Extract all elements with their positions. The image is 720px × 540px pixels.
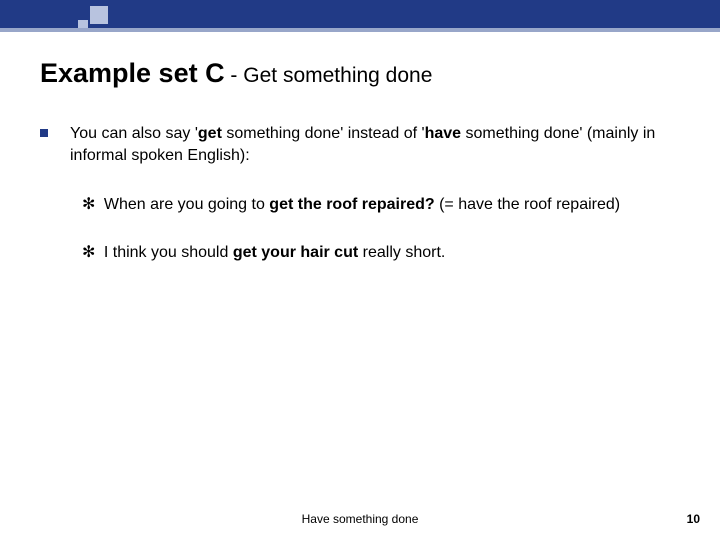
bullet-text: You can also say 'get something done' in… [70,123,680,166]
example-1-bold: get the roof repaired? [269,196,434,213]
bullet-marker-icon [40,129,48,137]
bullet-text-bold2: have [425,125,461,142]
bullet-text-mid: something done' instead of ' [222,125,425,142]
footer-title: Have something done [0,512,720,526]
example-1-pre: When are you going to [99,196,269,213]
bullet-text-bold1: get [198,125,222,142]
decor-square-large [90,6,108,24]
example-2-bold: get your hair cut [233,244,358,261]
star-icon: ✻ [82,244,95,261]
decor-square-small [78,20,88,30]
bullet-item: You can also say 'get something done' in… [40,123,680,166]
bullet-text-pre: You can also say [70,125,195,142]
star-icon: ✻ [82,196,95,213]
title-sep: - [225,64,244,87]
example-2-pre: I think you should [99,244,232,261]
example-1: ✻ When are you going to get the roof rep… [82,194,680,216]
slide-title: Example set C - Get something done [40,58,680,89]
example-2-post: really short. [358,244,445,261]
title-sub: Get something done [243,64,432,87]
page-number: 10 [687,512,700,526]
example-2: ✻ I think you should get your hair cut r… [82,242,680,264]
slide-content: Example set C - Get something done You c… [0,50,720,289]
example-1-post: (= have the roof repaired) [435,196,620,213]
title-bar-decoration [0,0,720,28]
title-main: Example set C [40,58,225,88]
